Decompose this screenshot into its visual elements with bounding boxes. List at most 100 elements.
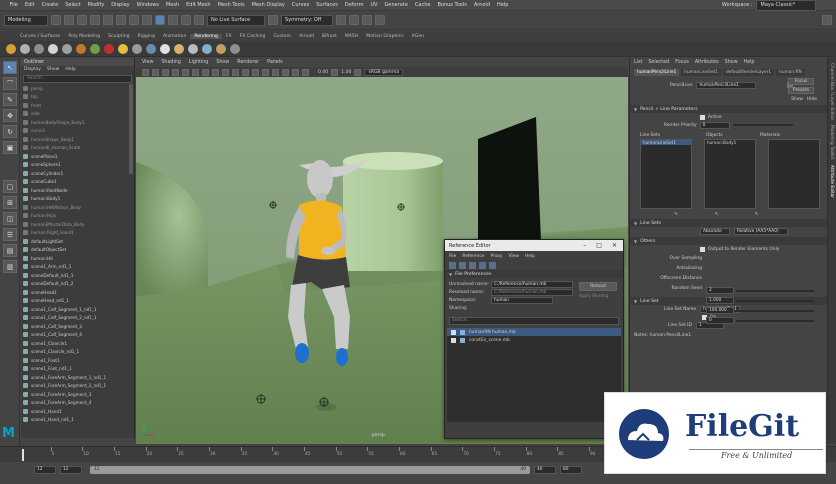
outliner-item[interactable]: scene1_Foot1 (23, 356, 134, 365)
vp-menu-view[interactable]: View (142, 58, 153, 67)
select-hierarchy-icon[interactable] (116, 15, 126, 25)
attr-menu-list[interactable]: List (634, 58, 642, 67)
ref-menu-help[interactable]: Help (525, 254, 535, 259)
side-tab-channel-box[interactable]: Channel Box / Layer Editor (829, 63, 834, 120)
ref-menu-file[interactable]: File (449, 254, 456, 259)
range-end2-field[interactable]: 80 (560, 466, 582, 474)
symmetry-icon[interactable] (268, 15, 278, 25)
outliner-item[interactable]: side (23, 110, 134, 119)
shelf-tab-fx-caching[interactable]: FX Caching (236, 34, 270, 39)
attr-menu-attributes[interactable]: Attributes (695, 58, 719, 67)
spot-light-icon[interactable] (48, 43, 58, 54)
outliner-item[interactable]: scene1_Hand_nd1_1 (23, 416, 134, 425)
ref-checkbox[interactable] (451, 329, 456, 335)
outliner-item[interactable]: humanIK_Human_Scale (23, 144, 134, 153)
vp-textured-icon[interactable] (212, 68, 219, 76)
antialiasing-field[interactable]: 1.000 (706, 297, 734, 304)
vp-ao-icon[interactable] (242, 68, 249, 76)
ref-row[interactable]: constEx_scene.mb (447, 336, 621, 344)
render-frame-icon[interactable] (336, 15, 346, 25)
outliner-item[interactable]: human:RootNode (23, 186, 134, 195)
light-icon[interactable] (6, 43, 16, 54)
attr-menu-focus[interactable]: Focus (675, 58, 689, 67)
hypershade-icon[interactable] (375, 15, 385, 25)
line-sets-section[interactable]: Line Sets (630, 219, 827, 227)
shelf-tab-curves[interactable]: Curves / Surfaces (16, 34, 64, 39)
select-object-icon[interactable] (129, 15, 139, 25)
vp-wireframe-icon[interactable] (192, 68, 199, 76)
ipr-icon[interactable] (118, 43, 128, 54)
directional-light-icon[interactable] (76, 43, 86, 54)
layout-side-icon[interactable]: ◫ (3, 212, 17, 225)
vp-bookmark-icon[interactable] (162, 68, 169, 76)
random-seed-field[interactable]: 0 (706, 317, 734, 324)
snap-grid-icon[interactable] (155, 15, 165, 25)
outliner-item[interactable]: scene1_ForeArm_Segment_3 (23, 390, 134, 399)
attr-tab-lineset[interactable]: humanLineSet1 (681, 68, 721, 76)
menu-edit-mesh[interactable]: Edit Mesh (183, 2, 214, 8)
paint-select-icon[interactable]: ✎ (3, 93, 17, 106)
outliner-item[interactable]: persp (23, 84, 134, 93)
vp-menu-show[interactable]: Show (216, 58, 229, 67)
lasso-tool-icon[interactable]: ⌒ (3, 77, 17, 90)
ref-search-input[interactable]: Search... (449, 317, 619, 325)
outliner-item[interactable]: scene1_Arm_nd1_1 (23, 263, 134, 272)
outliner-item[interactable]: scene1_Calf_Segment_4 (23, 331, 134, 340)
vp-aa-icon[interactable] (252, 68, 259, 76)
menu-help[interactable]: Help (494, 2, 512, 8)
vp-menu-renderer[interactable]: Renderer (237, 58, 259, 67)
focus-button[interactable]: Focus (788, 78, 814, 85)
material-icon[interactable] (132, 43, 142, 54)
render-settings-icon[interactable] (362, 15, 372, 25)
attr-tab-rn[interactable]: human:RN (776, 68, 805, 76)
offscreen-slider[interactable] (736, 310, 814, 312)
outliner-item[interactable]: sceneHead_nd1_1 (23, 297, 134, 306)
outliner-item[interactable]: humanShape_Body1 (23, 135, 134, 144)
outliner-menu-help[interactable]: Help (65, 66, 75, 74)
ref-row[interactable]: humanRN human.mb (447, 328, 621, 336)
presets-button[interactable]: Presets (788, 87, 814, 94)
attr-tab-pencil[interactable]: humanPencilLine1 (634, 68, 680, 76)
outliner-item[interactable]: scene1_Foot_nd1_1 (23, 365, 134, 374)
menu-bonus-tools[interactable]: Bonus Tools (434, 2, 470, 8)
vp-image-plane-icon[interactable] (172, 68, 179, 76)
outliner-item[interactable]: human:Right_Hand1 (23, 229, 134, 238)
select-tool-icon[interactable]: ↖ (3, 61, 17, 74)
blinn-icon[interactable] (146, 43, 156, 54)
add-material-icon[interactable]: ⬉ (754, 211, 758, 217)
outliner-item[interactable]: scene1_Hand1 (23, 407, 134, 416)
ref-menu-reference[interactable]: Reference (462, 254, 484, 259)
outliner-item[interactable]: top (23, 93, 134, 102)
camera-icon[interactable] (20, 43, 30, 54)
outliner-item[interactable]: scene1_ForeArm_Segment_2_nd1_1 (23, 382, 134, 391)
attr-menu-help[interactable]: Help (744, 58, 755, 67)
snap-point-icon[interactable] (181, 15, 191, 25)
oversampling-slider[interactable] (736, 290, 814, 292)
ambient-light-icon[interactable] (90, 43, 100, 54)
vp-dof-icon[interactable] (262, 68, 269, 76)
shelf-tab-arnold[interactable]: Arnold (295, 34, 318, 39)
vp-smooth-icon[interactable] (202, 68, 209, 76)
outliner-item[interactable]: human:Hit (23, 254, 134, 263)
shelf-tab-fx[interactable]: FX (222, 34, 236, 39)
vp-grid-icon[interactable] (182, 68, 189, 76)
outliner-item[interactable]: sceneDefault_nd1_1 (23, 271, 134, 280)
attr-tab-render-layer[interactable]: defaultRenderLayer1 (722, 68, 775, 76)
symmetry-dropdown[interactable]: Symmetry: Off (281, 14, 333, 26)
close-icon[interactable]: ✕ (612, 242, 617, 249)
menu-arnold[interactable]: Arnold (470, 2, 493, 8)
outliner-item[interactable]: sceneDefault_nd1_2 (23, 280, 134, 289)
menu-create[interactable]: Create (38, 2, 62, 8)
unresolved-field[interactable]: C:/Reference/human.mb (491, 280, 573, 288)
vp-isolate-icon[interactable] (272, 68, 279, 76)
minimize-icon[interactable]: – (583, 242, 586, 249)
render-priority-field[interactable]: 0 (699, 121, 730, 129)
workspace-dropdown[interactable]: Maya Classic* (756, 0, 816, 11)
layout-single-icon[interactable]: ▢ (3, 180, 17, 193)
range-end-field[interactable]: 40 (534, 466, 556, 474)
outliner-scrollbar[interactable] (129, 84, 133, 174)
outliner-item[interactable]: sceneHead1 (23, 288, 134, 297)
shelf-tab-bifrost[interactable]: Bifrost (318, 34, 341, 39)
vp-xray-comp-icon[interactable] (302, 68, 309, 76)
render-priority-slider[interactable] (732, 124, 793, 126)
